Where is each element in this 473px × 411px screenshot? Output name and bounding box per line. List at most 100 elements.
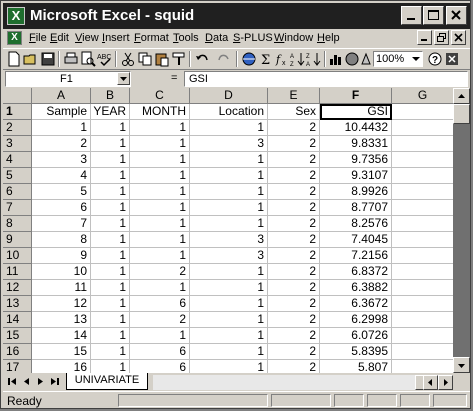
column-header-g[interactable]: G	[392, 88, 453, 104]
copy-button[interactable]	[137, 51, 153, 67]
cell-e9[interactable]: 2	[268, 232, 320, 248]
cell-f7[interactable]: 8.7707	[320, 200, 392, 216]
cell-a4[interactable]: 3	[32, 152, 91, 168]
cell-e11[interactable]: 2	[268, 264, 320, 280]
cell-e1[interactable]: Sex	[268, 104, 320, 120]
row-header[interactable]: 3	[3, 136, 32, 152]
cell-c7[interactable]: 1	[130, 200, 190, 216]
row-header[interactable]: 9	[3, 232, 32, 248]
row-header[interactable]: 2	[3, 120, 32, 136]
cell-g6[interactable]	[392, 184, 453, 200]
redo-button[interactable]	[216, 51, 232, 67]
cell-b1[interactable]: YEAR	[91, 104, 130, 120]
row-header[interactable]: 12	[3, 280, 32, 296]
cell-f8[interactable]: 8.2576	[320, 216, 392, 232]
cell-f5[interactable]: 9.3107	[320, 168, 392, 184]
column-header-c[interactable]: C	[130, 88, 190, 104]
cell-d14[interactable]: 1	[190, 312, 268, 328]
column-header-d[interactable]: D	[190, 88, 268, 104]
cell-c17[interactable]: 6	[130, 360, 190, 373]
cell-e14[interactable]: 2	[268, 312, 320, 328]
menu-insert[interactable]: Insert	[102, 32, 130, 44]
cell-d8[interactable]: 1	[190, 216, 268, 232]
first-sheet-button[interactable]	[7, 375, 18, 388]
cell-f2[interactable]: 10.4432	[320, 120, 392, 136]
paste-button[interactable]	[154, 51, 170, 67]
cell-g10[interactable]	[392, 248, 453, 264]
cell-g15[interactable]	[392, 328, 453, 344]
help-button[interactable]: ?	[427, 51, 443, 67]
cell-a5[interactable]: 4	[32, 168, 91, 184]
cell-d4[interactable]: 1	[190, 152, 268, 168]
vertical-scroll-thumb[interactable]	[453, 104, 470, 124]
cell-b17[interactable]: 1	[91, 360, 130, 373]
function-button[interactable]: fx	[274, 51, 290, 67]
scroll-down-button[interactable]	[453, 357, 470, 373]
new-button[interactable]	[6, 51, 22, 67]
cell-g2[interactable]	[392, 120, 453, 136]
cell-a16[interactable]: 15	[32, 344, 91, 360]
cell-f16[interactable]: 5.8395	[320, 344, 392, 360]
cell-g16[interactable]	[392, 344, 453, 360]
row-header[interactable]: 8	[3, 216, 32, 232]
cell-d5[interactable]: 1	[190, 168, 268, 184]
cell-d2[interactable]: 1	[190, 120, 268, 136]
cell-c1[interactable]: MONTH	[130, 104, 190, 120]
cell-g4[interactable]	[392, 152, 453, 168]
cell-a10[interactable]: 9	[32, 248, 91, 264]
print-preview-button[interactable]	[80, 51, 96, 67]
cell-b10[interactable]: 1	[91, 248, 130, 264]
print-button[interactable]	[63, 51, 79, 67]
cell-f6[interactable]: 8.9926	[320, 184, 392, 200]
sort-descending-button[interactable]: ZA	[306, 51, 322, 67]
cell-a2[interactable]: 1	[32, 120, 91, 136]
zoom-dropdown-button[interactable]	[410, 52, 422, 66]
open-button[interactable]	[23, 51, 39, 67]
undo-button[interactable]	[194, 51, 210, 67]
cell-c12[interactable]: 1	[130, 280, 190, 296]
menu-data[interactable]: Data	[205, 32, 228, 44]
prev-sheet-button[interactable]	[21, 375, 32, 388]
cell-a14[interactable]: 13	[32, 312, 91, 328]
cell-e4[interactable]: 2	[268, 152, 320, 168]
cell-b16[interactable]: 1	[91, 344, 130, 360]
scroll-left-button[interactable]	[423, 375, 438, 390]
autosum-button[interactable]: Σ	[258, 51, 274, 67]
cell-a6[interactable]: 5	[32, 184, 91, 200]
cell-e15[interactable]: 2	[268, 328, 320, 344]
maximize-button[interactable]	[423, 6, 444, 25]
cell-f1[interactable]: GSI	[320, 104, 392, 120]
cell-c16[interactable]: 6	[130, 344, 190, 360]
workbook-icon[interactable]: X	[7, 31, 22, 45]
doc-minimize-button[interactable]	[417, 30, 432, 45]
cell-f13[interactable]: 6.3672	[320, 296, 392, 312]
cell-c4[interactable]: 1	[130, 152, 190, 168]
row-header[interactable]: 17	[3, 360, 32, 373]
cell-c13[interactable]: 6	[130, 296, 190, 312]
menu-window[interactable]: Window	[274, 32, 313, 44]
cell-f4[interactable]: 9.7356	[320, 152, 392, 168]
cell-f15[interactable]: 6.0726	[320, 328, 392, 344]
chart-wizard-button[interactable]	[328, 51, 344, 67]
cell-g8[interactable]	[392, 216, 453, 232]
name-box[interactable]: F1	[5, 71, 131, 87]
cell-d1[interactable]: Location	[190, 104, 268, 120]
cell-c8[interactable]: 1	[130, 216, 190, 232]
cell-e17[interactable]: 2	[268, 360, 320, 373]
cell-g14[interactable]	[392, 312, 453, 328]
doc-restore-button[interactable]	[434, 30, 449, 45]
cell-c3[interactable]: 1	[130, 136, 190, 152]
cell-b11[interactable]: 1	[91, 264, 130, 280]
cell-e5[interactable]: 2	[268, 168, 320, 184]
worksheet-grid[interactable]: A B C D E F G 1 Sample YEAR MONTH Location Sex GSI 2 1 1…	[3, 88, 453, 373]
cell-g3[interactable]	[392, 136, 453, 152]
row-header[interactable]: 4	[3, 152, 32, 168]
cell-g1[interactable]	[392, 104, 453, 120]
cell-b13[interactable]: 1	[91, 296, 130, 312]
column-header-e[interactable]: E	[268, 88, 320, 104]
cell-a8[interactable]: 7	[32, 216, 91, 232]
hyperlink-button[interactable]	[241, 51, 257, 67]
cell-b8[interactable]: 1	[91, 216, 130, 232]
formula-input[interactable]: GSI	[184, 71, 468, 87]
cell-d10[interactable]: 3	[190, 248, 268, 264]
